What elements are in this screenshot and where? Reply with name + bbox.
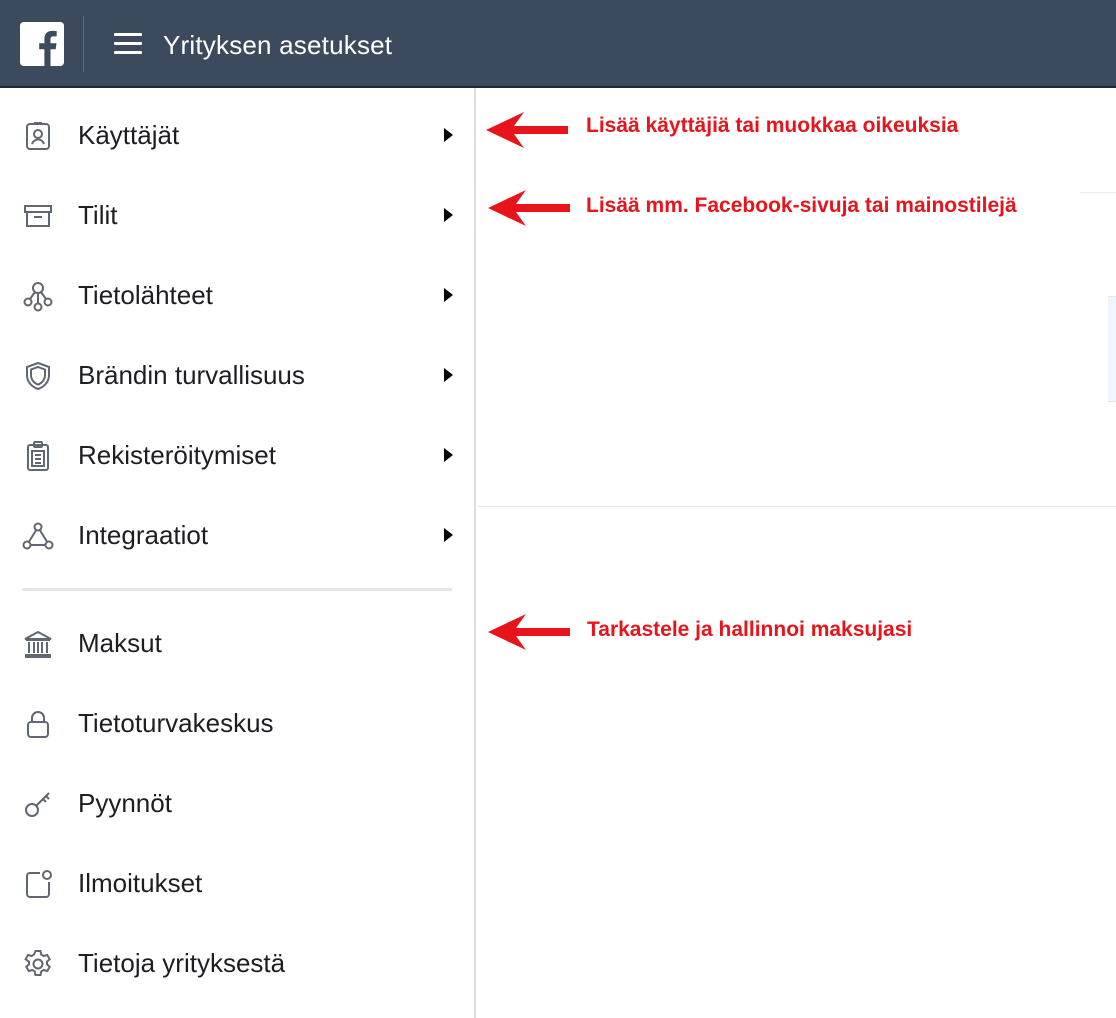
integration-nodes-icon [22,522,54,550]
sidebar-item-label: Maksut [78,628,162,658]
sidebar-item-label: Tietoja yrityksestä [78,948,286,978]
sidebar-item-security-center[interactable]: Tietoturvakeskus [0,684,474,764]
sidebar: Käyttäjät Tilit Tietolähteet Brändin tur… [0,88,476,1018]
sidebar-item-label: Brändin turvallisuus [78,360,305,390]
sidebar-item-payments[interactable]: Maksut [0,604,474,684]
sidebar-item-registrations[interactable]: Rekisteröitymiset [0,416,474,496]
sidebar-item-label: Integraatiot [78,520,209,550]
archive-box-icon [24,205,52,227]
facebook-logo-icon[interactable] [20,22,64,66]
clipboard-icon [27,441,49,471]
shield-icon [26,361,50,391]
gear-icon [24,950,51,976]
content-divider [478,506,1116,507]
chevron-right-icon [444,528,453,542]
annotation-text: Lisää mm. Facebook-sivuja tai mainostile… [586,194,1017,217]
hamburger-menu-icon[interactable] [114,33,142,55]
key-icon [25,792,50,817]
sidebar-item-label: Tietolähteet [78,280,213,310]
sidebar-item-integrations[interactable]: Integraatiot [0,496,474,576]
content-panel-edge [1108,296,1116,402]
lock-icon [27,711,49,738]
sidebar-item-brand-safety[interactable]: Brändin turvallisuus [0,336,474,416]
bank-icon [24,630,52,658]
sidebar-item-label: Tilit [78,200,118,230]
chevron-right-icon [444,128,453,142]
chevron-right-icon [444,368,453,382]
sidebar-divider [22,588,452,591]
page-title: Yrityksen asetukset [163,30,393,60]
sidebar-item-label: Rekisteröitymiset [78,440,276,470]
chevron-right-icon [444,448,453,462]
sidebar-item-label: Pyynnöt [78,788,172,818]
data-sources-icon [23,282,53,312]
sidebar-item-accounts[interactable]: Tilit [0,176,474,256]
sidebar-item-users[interactable]: Käyttäjät [0,96,474,176]
notification-icon [26,870,52,898]
sidebar-item-notifications[interactable]: Ilmoitukset [0,844,474,924]
annotation-text: Tarkastele ja hallinnoi maksujasi [587,618,913,641]
annotation-arrow [488,190,570,226]
sidebar-item-data-sources[interactable]: Tietolähteet [0,256,474,336]
annotation-arrow [486,112,568,148]
sidebar-item-business-info[interactable]: Tietoja yrityksestä [0,924,474,1004]
annotation-arrow [488,614,570,650]
sidebar-item-label: Käyttäjät [78,120,180,150]
user-badge-icon [26,122,50,150]
annotation-text: Lisää käyttäjiä tai muokkaa oikeuksia [586,114,959,137]
content-divider [1080,192,1116,193]
sidebar-item-requests[interactable]: Pyynnöt [0,764,474,844]
chevron-right-icon [444,288,453,302]
top-bar: Yrityksen asetukset [0,0,1116,88]
header-divider [83,16,84,72]
main-content [478,88,1116,1018]
sidebar-item-label: Tietoturvakeskus [78,708,274,738]
chevron-right-icon [444,208,453,222]
sidebar-item-label: Ilmoitukset [78,868,203,898]
